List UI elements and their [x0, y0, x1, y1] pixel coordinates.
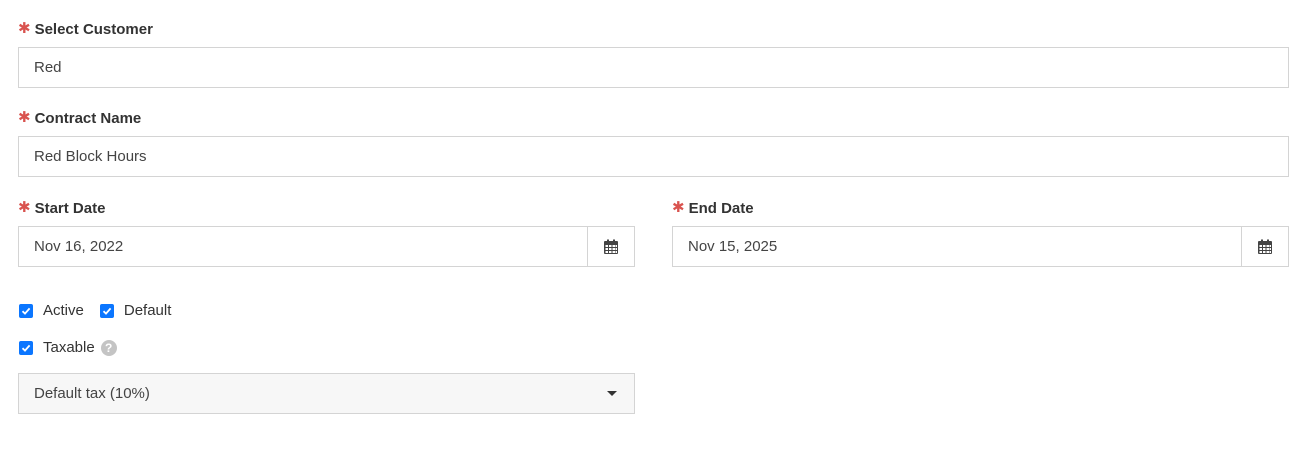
contract-name-label-text: Contract Name [34, 109, 142, 127]
taxable-label: Taxable [43, 339, 95, 356]
required-asterisk-icon: ✱ [18, 199, 31, 216]
required-asterisk-icon: ✱ [18, 20, 31, 37]
active-checkbox[interactable] [19, 303, 33, 318]
taxable-checkbox[interactable] [19, 340, 33, 355]
help-icon[interactable]: ? [100, 339, 117, 356]
start-date-label: ✱ Start Date [18, 198, 105, 218]
start-date-value: Nov 16, 2022 [34, 238, 124, 255]
end-date-field[interactable]: Nov 15, 2025 [672, 226, 1289, 267]
taxable-row: Taxable ? [19, 339, 117, 356]
required-asterisk-icon: ✱ [18, 109, 31, 126]
end-date-label: ✱ End Date [672, 198, 754, 218]
required-asterisk-icon: ✱ [672, 199, 685, 216]
select-customer-label-text: Select Customer [34, 20, 153, 38]
default-checkbox[interactable] [99, 303, 114, 318]
end-date-input[interactable]: Nov 15, 2025 [673, 227, 1241, 266]
default-label: Default [123, 302, 172, 319]
calendar-icon [1258, 239, 1272, 254]
select-customer-label: ✱ Select Customer [18, 19, 153, 39]
tax-select-value: Default tax (10%) [34, 385, 150, 402]
tax-select[interactable]: Default tax (10%) [18, 373, 635, 414]
checkmark-icon [21, 344, 31, 352]
contract-name-input[interactable]: Red Block Hours [18, 136, 1289, 177]
start-date-calendar-button[interactable] [587, 227, 634, 266]
end-date-label-text: End Date [688, 199, 754, 217]
caret-down-icon [607, 391, 617, 396]
checkmark-icon [21, 307, 31, 315]
active-label: Active [43, 302, 84, 319]
start-date-input[interactable]: Nov 16, 2022 [19, 227, 587, 266]
contract-name-label: ✱ Contract Name [18, 108, 141, 128]
calendar-icon [604, 239, 618, 254]
customer-value: Red [34, 59, 62, 76]
active-default-row: Active Default [19, 302, 171, 319]
start-date-field[interactable]: Nov 16, 2022 [18, 226, 635, 267]
contract-name-value: Red Block Hours [34, 148, 147, 165]
end-date-value: Nov 15, 2025 [688, 238, 778, 255]
start-date-label-text: Start Date [34, 199, 106, 217]
customer-input[interactable]: Red [18, 47, 1289, 88]
end-date-calendar-button[interactable] [1241, 227, 1288, 266]
checkmark-icon [102, 307, 112, 315]
